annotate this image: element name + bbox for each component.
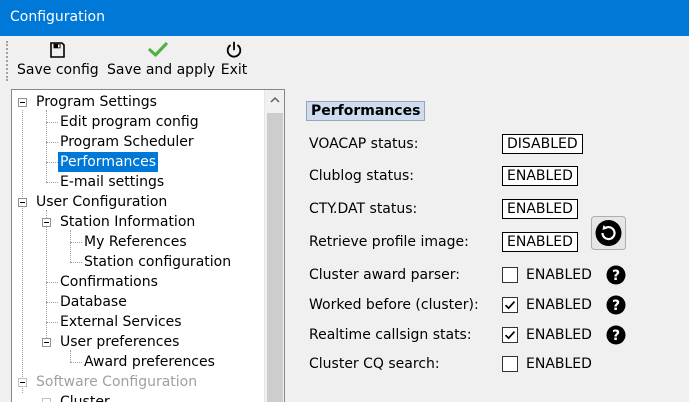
award-parser-text[interactable]: ENABLED (526, 265, 592, 285)
floppy-disk-icon (50, 42, 65, 58)
tree-item-software-configuration[interactable]: Software Configuration (36, 372, 197, 392)
refresh-icon (591, 216, 626, 250)
title-bar: Configuration (0, 0, 689, 36)
cq-search-checkbox[interactable] (502, 356, 518, 372)
question-circle-icon[interactable]: ? (606, 325, 626, 345)
toolbar-grip (6, 41, 8, 81)
worked-before-text[interactable]: ENABLED (526, 295, 592, 315)
window-title: Configuration (10, 9, 105, 25)
exit-button[interactable]: Exit (218, 40, 250, 82)
realtime-stats-label: Realtime callsign stats: (309, 327, 472, 343)
section-title: Performances (306, 101, 426, 121)
svg-text:?: ? (612, 268, 620, 284)
tree-line (46, 302, 58, 303)
tree-line (46, 282, 58, 283)
realtime-stats-text[interactable]: ENABLED (526, 325, 592, 345)
award-parser-checkbox[interactable] (502, 267, 518, 283)
tree-item-confirmations[interactable]: Confirmations (60, 272, 158, 292)
tree-line (46, 322, 58, 323)
tree-line (70, 230, 71, 262)
collapse-toggle[interactable] (18, 378, 27, 387)
clublog-status-label: Clublog status: (309, 168, 414, 184)
tree-item-user-preferences[interactable]: User preferences (60, 332, 179, 352)
worked-before-label: Worked before (cluster): (309, 297, 479, 313)
profile-image-label: Retrieve profile image: (309, 234, 469, 250)
tree-item-cluster[interactable]: Cluster (60, 392, 110, 402)
ctydat-status-label: CTY.DAT status: (309, 201, 418, 217)
refresh-button[interactable] (591, 216, 626, 250)
ctydat-status-value: ENABLED (502, 199, 578, 219)
tree-line (46, 182, 58, 183)
tree-line (46, 162, 58, 163)
tree-line (70, 262, 82, 263)
tree-item-email-settings[interactable]: E-mail settings (60, 172, 164, 192)
checkmark-icon (504, 331, 516, 340)
voacap-status-value: DISABLED (502, 134, 583, 154)
tree-item-edit-program-config[interactable]: Edit program config (60, 112, 199, 132)
collapse-toggle[interactable] (42, 338, 51, 347)
tree-item-program-settings[interactable]: Program Settings (36, 92, 157, 112)
realtime-stats-checkbox[interactable] (502, 327, 518, 343)
tree-line (46, 142, 58, 143)
voacap-status-label: VOACAP status: (309, 136, 419, 152)
cq-search-label: Cluster CQ search: (309, 356, 440, 372)
tree-item-my-references[interactable]: My References (84, 232, 187, 252)
tree-item-database[interactable]: Database (60, 292, 127, 312)
collapse-toggle[interactable] (42, 218, 51, 227)
question-circle-icon[interactable]: ? (606, 265, 626, 285)
profile-image-value: ENABLED (502, 232, 578, 252)
chevron-up-icon[interactable] (270, 96, 280, 104)
tree-item-station-configuration[interactable]: Station configuration (84, 252, 231, 272)
green-check-icon (148, 42, 168, 57)
tree-scrollbar[interactable] (264, 90, 284, 402)
tree-line (46, 122, 58, 123)
clublog-status-value: ENABLED (502, 166, 578, 186)
tree-item-award-preferences[interactable]: Award preferences (84, 352, 215, 372)
collapse-toggle[interactable] (18, 198, 27, 207)
tree-item-station-information[interactable]: Station Information (60, 212, 195, 232)
performances-panel: Performances VOACAP status: DISABLED Clu… (290, 89, 689, 402)
svg-text:?: ? (612, 328, 620, 344)
settings-tree[interactable]: Program Settings Edit program config Pro… (12, 90, 264, 402)
question-circle-icon[interactable]: ? (606, 295, 626, 315)
save-config-button[interactable]: Save config (17, 40, 99, 82)
tree-line (70, 362, 82, 363)
tree-item-user-configuration[interactable]: User Configuration (36, 192, 167, 212)
checkmark-icon (504, 301, 516, 310)
cq-search-text[interactable]: ENABLED (526, 354, 592, 374)
collapse-toggle[interactable] (18, 98, 27, 107)
award-parser-label: Cluster award parser: (309, 267, 460, 283)
tree-item-performances[interactable]: Performances (58, 152, 159, 172)
toolbar: Save config Save and apply Exit (0, 36, 689, 86)
tree-line (46, 110, 47, 182)
tree-item-external-services[interactable]: External Services (60, 312, 182, 332)
svg-text:?: ? (612, 298, 620, 314)
worked-before-checkbox[interactable] (502, 297, 518, 313)
tree-line (22, 110, 23, 393)
save-and-apply-button[interactable]: Save and apply (107, 40, 215, 82)
tree-item-program-scheduler[interactable]: Program Scheduler (60, 132, 194, 152)
settings-tree-pane: Program Settings Edit program config Pro… (11, 89, 285, 402)
tree-line (70, 242, 82, 243)
power-icon (226, 41, 242, 58)
scrollbar-thumb[interactable] (267, 113, 283, 402)
collapse-toggle[interactable] (42, 398, 51, 402)
